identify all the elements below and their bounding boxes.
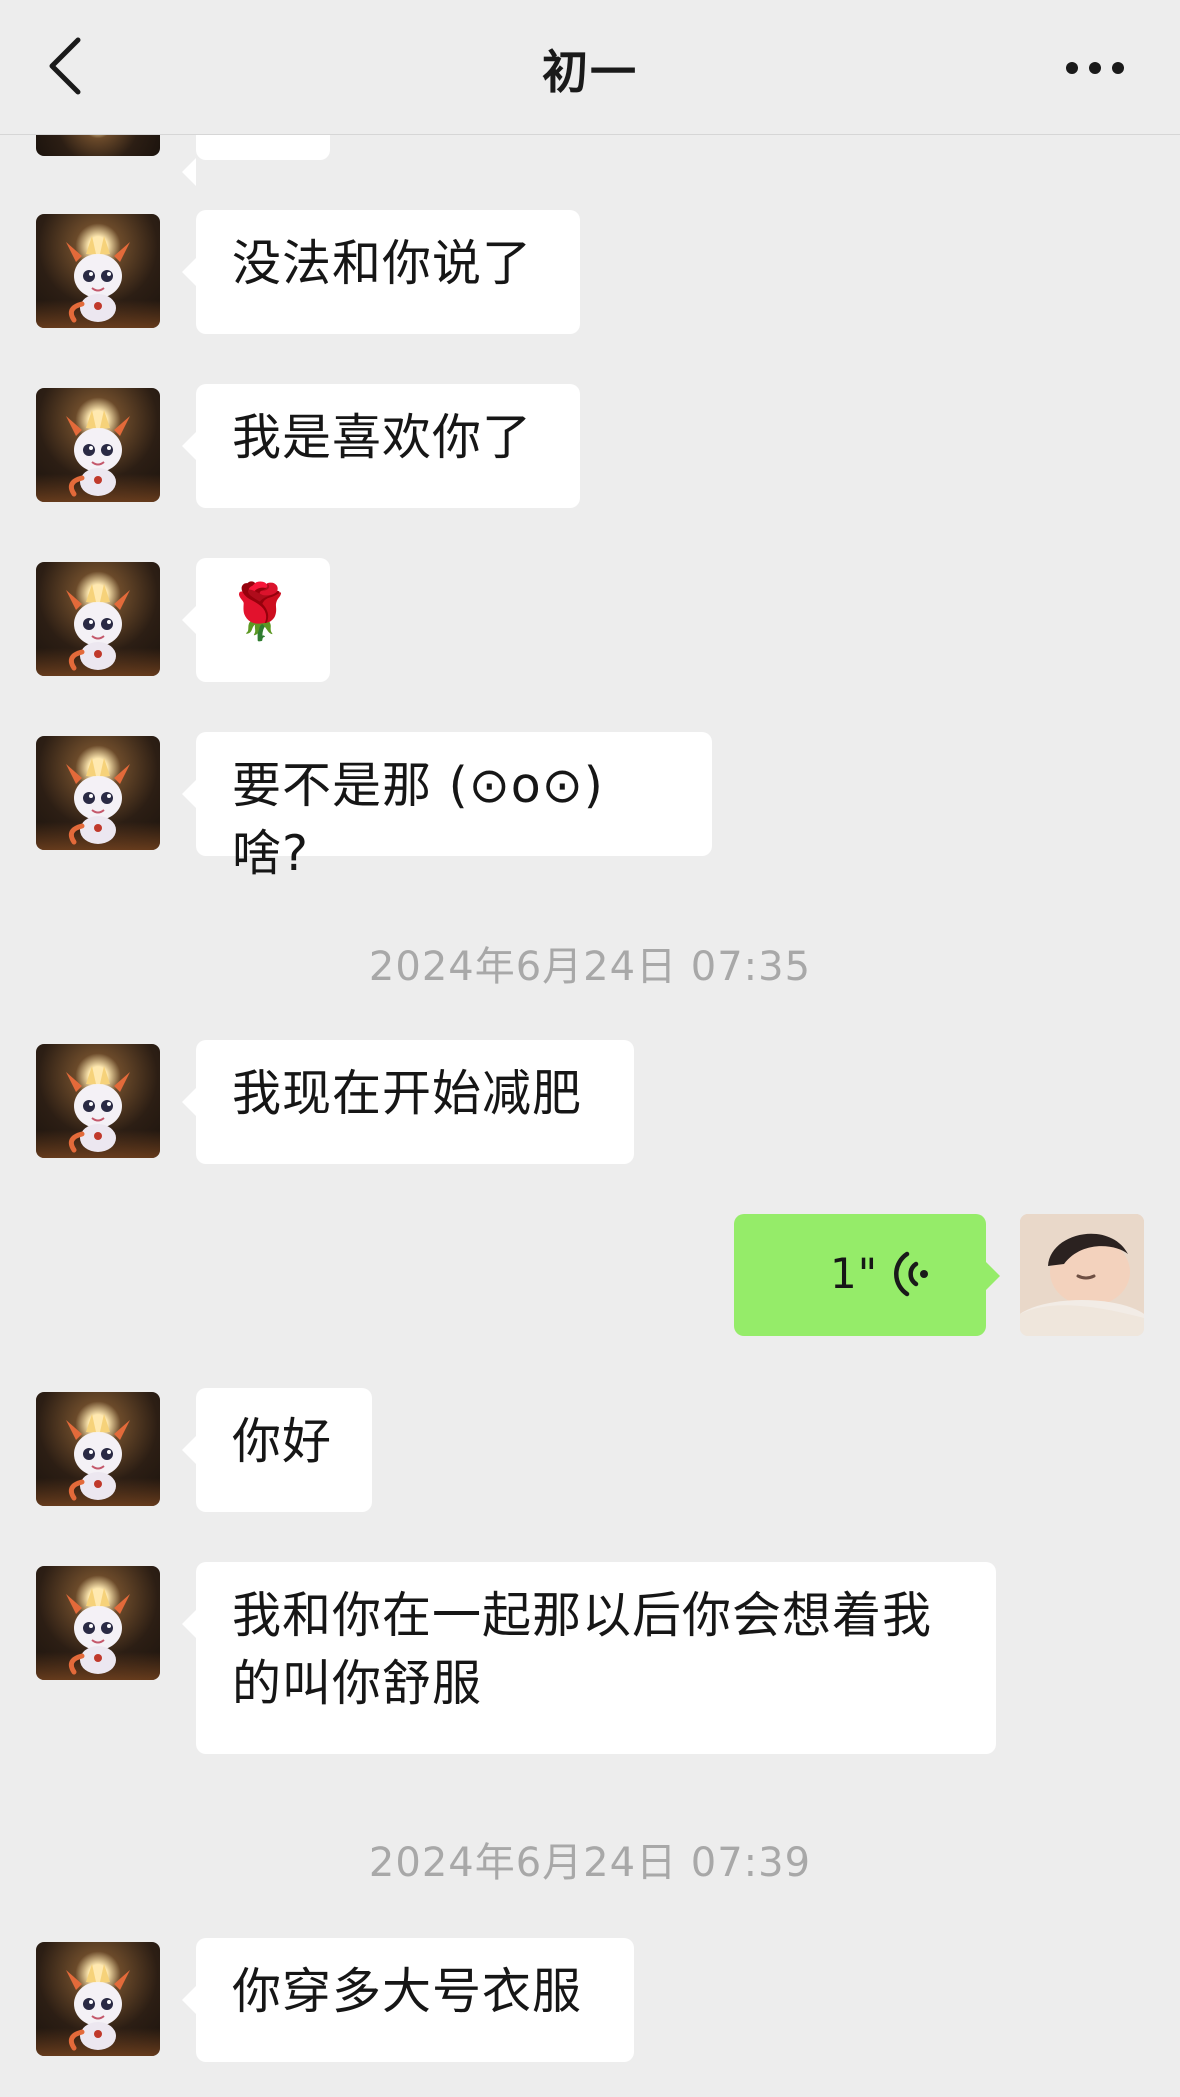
chat-header: 初一 bbox=[0, 0, 1180, 135]
contact-avatar[interactable] bbox=[36, 214, 160, 328]
dragon-mascot-icon bbox=[36, 736, 160, 850]
dragon-mascot-icon bbox=[36, 1942, 160, 2056]
dragon-mascot-icon bbox=[36, 388, 160, 502]
sleeping-child-photo bbox=[1020, 1214, 1144, 1336]
voice-wave-icon bbox=[894, 1251, 928, 1297]
voice-duration: 1" bbox=[830, 1249, 879, 1298]
message-text: 要不是那 (⊙o⊙) 啥? bbox=[232, 757, 604, 882]
message-text: 你穿多大号衣服 bbox=[232, 1963, 583, 2020]
contact-avatar[interactable] bbox=[36, 1392, 160, 1506]
timestamp: 2024年6月24日 07:39 bbox=[368, 1840, 812, 1886]
message-bubble[interactable]: 没法和你说了 bbox=[182, 210, 580, 334]
message-bubble[interactable]: 我和你在一起那以后你会想着我的叫你舒服 bbox=[182, 1562, 996, 1754]
timestamp: 2024年6月24日 07:35 bbox=[368, 944, 812, 990]
message-bubble[interactable]: 你好 bbox=[182, 1388, 372, 1512]
contact-avatar[interactable] bbox=[36, 1566, 160, 1680]
contact-avatar[interactable] bbox=[36, 562, 160, 676]
rose-emoji: 🌹 bbox=[226, 580, 295, 643]
message-bubble[interactable]: 要不是那 (⊙o⊙) 啥? bbox=[182, 732, 712, 882]
message-bubble[interactable]: 我现在开始减肥 bbox=[182, 1040, 634, 1164]
more-dots-icon bbox=[1066, 62, 1078, 74]
message-text: 我是喜欢你了 bbox=[232, 409, 533, 466]
dragon-mascot-icon bbox=[36, 562, 160, 676]
chat-title: 初一 bbox=[542, 45, 638, 99]
dragon-mascot-icon bbox=[36, 214, 160, 328]
contact-avatar[interactable] bbox=[36, 1942, 160, 2056]
dragon-mascot-icon bbox=[36, 1044, 160, 1158]
contact-avatar[interactable] bbox=[36, 1044, 160, 1158]
message-bubble[interactable]: 我是喜欢你了 bbox=[182, 384, 580, 508]
message-text: 我现在开始减肥 bbox=[232, 1065, 583, 1122]
message-bubble[interactable]: 🌹 bbox=[182, 558, 330, 682]
voice-message-bubble[interactable]: 1" bbox=[734, 1214, 1000, 1336]
dragon-mascot-icon bbox=[36, 1566, 160, 1680]
message-text: 没法和你说了 bbox=[232, 235, 533, 292]
contact-avatar[interactable] bbox=[36, 388, 160, 502]
message-bubble[interactable]: 你穿多大号衣服 bbox=[182, 1938, 634, 2062]
message-text: 你好 bbox=[232, 1413, 333, 1470]
dragon-mascot-icon bbox=[36, 1392, 160, 1506]
user-avatar[interactable] bbox=[1020, 1214, 1144, 1336]
more-options-button[interactable] bbox=[1060, 40, 1130, 90]
contact-avatar[interactable] bbox=[36, 736, 160, 850]
message-text: 我和你在一起那以后你会想着我的叫你舒服 bbox=[232, 1587, 933, 1712]
